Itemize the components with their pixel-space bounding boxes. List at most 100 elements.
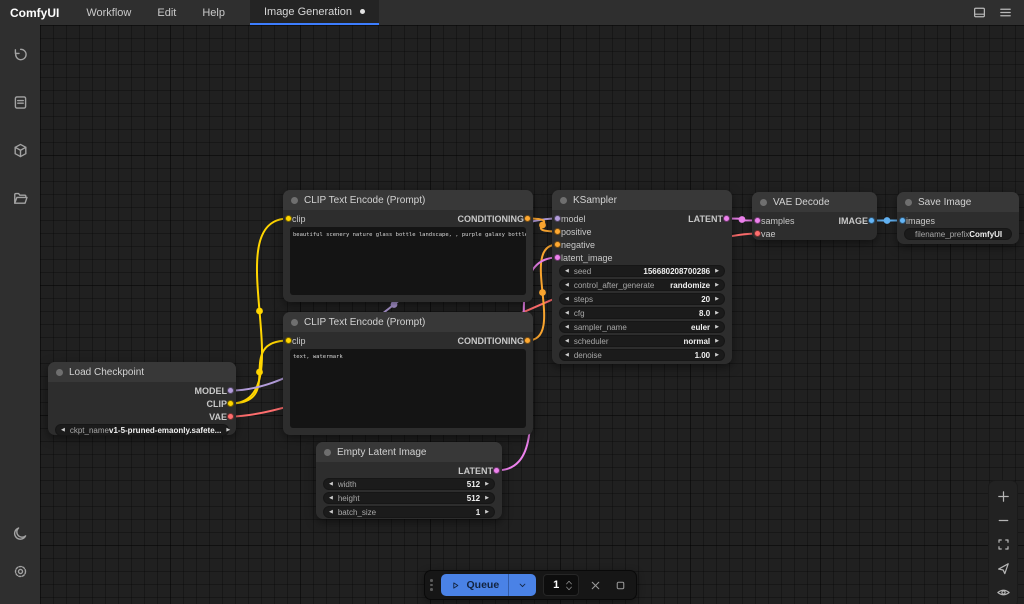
- widget-increment-icon[interactable]: ▶: [715, 325, 719, 330]
- history-icon[interactable]: [5, 39, 35, 69]
- widget-increment-icon[interactable]: ▶: [715, 283, 719, 288]
- fit-view-icon[interactable]: [992, 535, 1014, 553]
- output-slot-MODEL[interactable]: [227, 387, 234, 394]
- zoom-out-icon[interactable]: [992, 511, 1014, 529]
- widget-decrement-icon[interactable]: ◀: [565, 339, 569, 344]
- node-header[interactable]: Empty Latent Image: [316, 442, 502, 462]
- node-header[interactable]: Save Image: [897, 192, 1019, 212]
- node-graph-canvas[interactable]: Queue 1: [40, 25, 1024, 604]
- input-slot-positive[interactable]: [554, 228, 561, 235]
- widget-decrement-icon[interactable]: ◀: [565, 311, 569, 316]
- toggle-links-eye-icon[interactable]: [992, 583, 1014, 601]
- zoom-in-icon[interactable]: [992, 487, 1014, 505]
- widget-cfg[interactable]: ◀cfg8.0▶: [559, 307, 725, 319]
- widget-ckpt_name[interactable]: ◀ckpt_namev1-5-pruned-emaonly.safete...▶: [55, 424, 229, 436]
- output-slot-CONDITIONING[interactable]: [524, 337, 531, 344]
- node-save-image[interactable]: Save Imageimagesfilename_prefixComfyUI: [897, 192, 1019, 244]
- node-vae-decode[interactable]: VAE DecodesamplesIMAGEvae: [752, 192, 877, 240]
- input-slot-latent_image[interactable]: [554, 254, 561, 261]
- node-load-checkpoint[interactable]: Load CheckpointMODELCLIPVAE◀ckpt_namev1-…: [48, 362, 236, 435]
- widget-decrement-icon[interactable]: ◀: [61, 428, 65, 433]
- widget-filename_prefix[interactable]: filename_prefixComfyUI: [904, 228, 1012, 240]
- queue-options-caret[interactable]: [508, 574, 536, 596]
- input-slot-clip[interactable]: [285, 337, 292, 344]
- input-slot-negative[interactable]: [554, 241, 561, 248]
- widget-decrement-icon[interactable]: ◀: [329, 496, 333, 501]
- collapse-dot-icon[interactable]: [291, 319, 298, 326]
- widget-increment-icon[interactable]: ▶: [715, 339, 719, 344]
- theme-moon-icon[interactable]: [5, 518, 35, 548]
- output-slot-VAE[interactable]: [227, 413, 234, 420]
- widget-increment-icon[interactable]: ▶: [485, 482, 489, 487]
- node-clip-text-encode-prompt[interactable]: CLIP Text Encode (Prompt)clipCONDITIONIN…: [283, 312, 533, 435]
- menu-help[interactable]: Help: [189, 0, 238, 25]
- node-header[interactable]: CLIP Text Encode (Prompt): [283, 190, 533, 210]
- output-slot-CLIP[interactable]: [227, 400, 234, 407]
- widget-decrement-icon[interactable]: ◀: [565, 353, 569, 358]
- input-slot-images[interactable]: [899, 217, 906, 224]
- input-slot-vae[interactable]: [754, 230, 761, 237]
- collapse-dot-icon[interactable]: [905, 199, 912, 206]
- node-library-icon[interactable]: [5, 87, 35, 117]
- widget-increment-icon[interactable]: ▶: [485, 510, 489, 515]
- select-cursor-icon[interactable]: [992, 559, 1014, 577]
- widget-increment-icon[interactable]: ▶: [715, 269, 719, 274]
- widget-width[interactable]: ◀width512▶: [323, 478, 495, 490]
- stop-icon[interactable]: [611, 576, 629, 594]
- menu-edit[interactable]: Edit: [144, 0, 189, 25]
- widget-sampler_name[interactable]: ◀sampler_nameeuler▶: [559, 321, 725, 333]
- queue-bar-drag-handle[interactable]: [429, 579, 434, 591]
- node-header[interactable]: KSampler: [552, 190, 732, 210]
- node-empty-latent-image[interactable]: Empty Latent ImageLATENT◀width512▶◀heigh…: [316, 442, 502, 519]
- widget-batch_size[interactable]: ◀batch_size1▶: [323, 506, 495, 518]
- settings-gear-icon[interactable]: [5, 556, 35, 586]
- batch-count-input[interactable]: 1: [543, 574, 579, 596]
- widget-scheduler[interactable]: ◀schedulernormal▶: [559, 335, 725, 347]
- collapse-dot-icon[interactable]: [291, 197, 298, 204]
- node-ksampler[interactable]: KSamplermodelLATENTpositivenegativelaten…: [552, 190, 732, 364]
- widget-increment-icon[interactable]: ▶: [715, 353, 719, 358]
- collapse-dot-icon[interactable]: [324, 449, 331, 456]
- widget-decrement-icon[interactable]: ◀: [565, 325, 569, 330]
- widget-decrement-icon[interactable]: ◀: [329, 510, 333, 515]
- node-header[interactable]: Load Checkpoint: [48, 362, 236, 382]
- output-slot-LATENT[interactable]: [723, 215, 730, 222]
- output-slot-LATENT[interactable]: [493, 467, 500, 474]
- prompt-textarea[interactable]: beautiful scenery nature glass bottle la…: [290, 227, 526, 295]
- node-header[interactable]: VAE Decode: [752, 192, 877, 212]
- workflows-icon[interactable]: [5, 183, 35, 213]
- menu-icon[interactable]: [992, 0, 1018, 25]
- stepper-up-icon[interactable]: [565, 580, 573, 585]
- collapse-dot-icon[interactable]: [56, 369, 63, 376]
- queue-run-button[interactable]: Queue: [441, 574, 509, 596]
- widget-decrement-icon[interactable]: ◀: [565, 283, 569, 288]
- collapse-dot-icon[interactable]: [560, 197, 567, 204]
- widget-increment-icon[interactable]: ▶: [715, 297, 719, 302]
- widget-denoise[interactable]: ◀denoise1.00▶: [559, 349, 725, 361]
- widget-decrement-icon[interactable]: ◀: [565, 269, 569, 274]
- widget-steps[interactable]: ◀steps20▶: [559, 293, 725, 305]
- node-header[interactable]: CLIP Text Encode (Prompt): [283, 312, 533, 332]
- widget-increment-icon[interactable]: ▶: [226, 428, 230, 433]
- collapse-dot-icon[interactable]: [760, 199, 767, 206]
- node-clip-text-encode-prompt[interactable]: CLIP Text Encode (Prompt)clipCONDITIONIN…: [283, 190, 533, 302]
- widget-decrement-icon[interactable]: ◀: [565, 297, 569, 302]
- widget-decrement-icon[interactable]: ◀: [329, 482, 333, 487]
- model-library-icon[interactable]: [5, 135, 35, 165]
- panel-bottom-icon[interactable]: [966, 0, 992, 25]
- input-slot-samples[interactable]: [754, 217, 761, 224]
- menu-workflow[interactable]: Workflow: [73, 0, 144, 25]
- stepper-down-icon[interactable]: [565, 586, 573, 591]
- widget-control_after_generate[interactable]: ◀control_after_generaterandomize▶: [559, 279, 725, 291]
- input-slot-model[interactable]: [554, 215, 561, 222]
- widget-increment-icon[interactable]: ▶: [485, 496, 489, 501]
- batch-count-steppers[interactable]: [565, 580, 576, 591]
- clear-queue-icon[interactable]: [586, 576, 604, 594]
- widget-height[interactable]: ◀height512▶: [323, 492, 495, 504]
- widget-seed[interactable]: ◀seed156680208700286▶: [559, 265, 725, 277]
- input-slot-clip[interactable]: [285, 215, 292, 222]
- output-slot-IMAGE[interactable]: [868, 217, 875, 224]
- workflow-tab[interactable]: Image Generation: [250, 0, 379, 25]
- widget-increment-icon[interactable]: ▶: [715, 311, 719, 316]
- prompt-textarea[interactable]: text, watermark: [290, 349, 526, 428]
